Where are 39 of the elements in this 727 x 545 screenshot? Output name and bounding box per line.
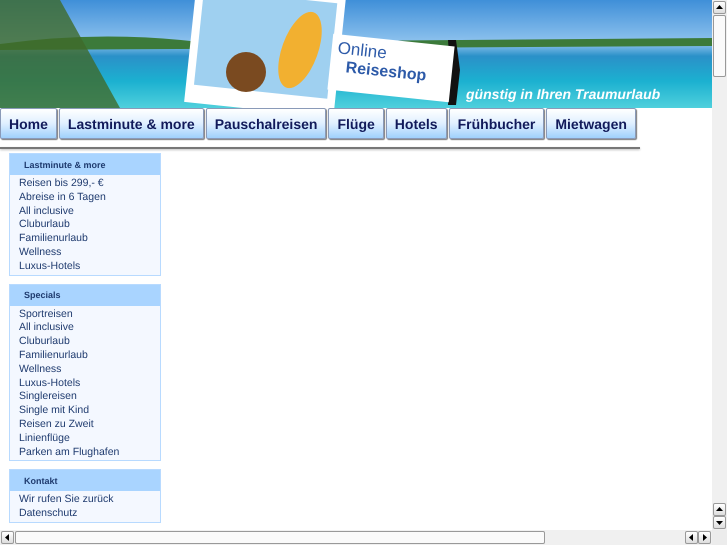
menu-link[interactable]: Wellness: [19, 246, 160, 260]
box-heading: Lastminute & more: [10, 154, 160, 175]
scroll-up-icon[interactable]: [713, 1, 726, 14]
menu-link[interactable]: Datenschutz: [19, 507, 160, 521]
menu-link[interactable]: Reisen zu Zweit: [19, 418, 160, 432]
menu-link[interactable]: All inclusive: [19, 204, 160, 218]
scroll-down-icon[interactable]: [713, 516, 726, 529]
scrollbar-thumb[interactable]: [713, 15, 726, 77]
nav-tab[interactable]: Frühbucher: [448, 108, 544, 139]
box-heading: Specials: [10, 284, 160, 306]
scroll-left-icon[interactable]: [685, 531, 698, 544]
menu-link[interactable]: Sportreisen: [19, 308, 160, 322]
menu-link[interactable]: Cluburlaub: [19, 218, 160, 232]
menu-link[interactable]: Abreise in 6 Tagen: [19, 190, 160, 205]
nav-tab[interactable]: Lastminute & more: [58, 108, 204, 139]
menu-link[interactable]: Linienflüge: [19, 432, 160, 446]
menu-link[interactable]: Familienurlaub: [19, 348, 160, 363]
nav-tab[interactable]: Pauschalreisen: [206, 108, 326, 139]
nav-tab[interactable]: Hotels: [386, 108, 447, 139]
menu-link[interactable]: Wir rufen Sie zurück: [19, 493, 160, 508]
menu-link[interactable]: Wellness: [19, 362, 160, 377]
scroll-left-icon[interactable]: [1, 531, 14, 544]
nav-tab[interactable]: Flüge: [328, 108, 384, 139]
scroll-right-icon[interactable]: [698, 531, 711, 544]
menu-link[interactable]: Familienurlaub: [19, 232, 160, 246]
menu-link[interactable]: Singlereisen: [19, 390, 160, 404]
nav-tab[interactable]: Mietwagen: [546, 108, 636, 139]
scrollbar-thumb[interactable]: [15, 531, 545, 544]
scroll-up-icon[interactable]: [713, 503, 726, 516]
nav-tab[interactable]: Home: [0, 108, 57, 139]
box-heading: Kontakt: [10, 470, 160, 492]
slogan: günstig in Ihren Traumurlaub: [466, 86, 660, 102]
menu-link[interactable]: Reisen bis 299,- €: [19, 177, 160, 191]
menu-link[interactable]: Luxus-Hotels: [19, 260, 160, 274]
menu-link[interactable]: Cluburlaub: [19, 335, 160, 349]
menu-link[interactable]: Luxus-Hotels: [19, 376, 160, 390]
menu-link[interactable]: All inclusive: [19, 321, 160, 336]
menu-link[interactable]: Parken am Flughafen: [19, 446, 160, 460]
menu-link[interactable]: Single mit Kind: [19, 404, 160, 418]
